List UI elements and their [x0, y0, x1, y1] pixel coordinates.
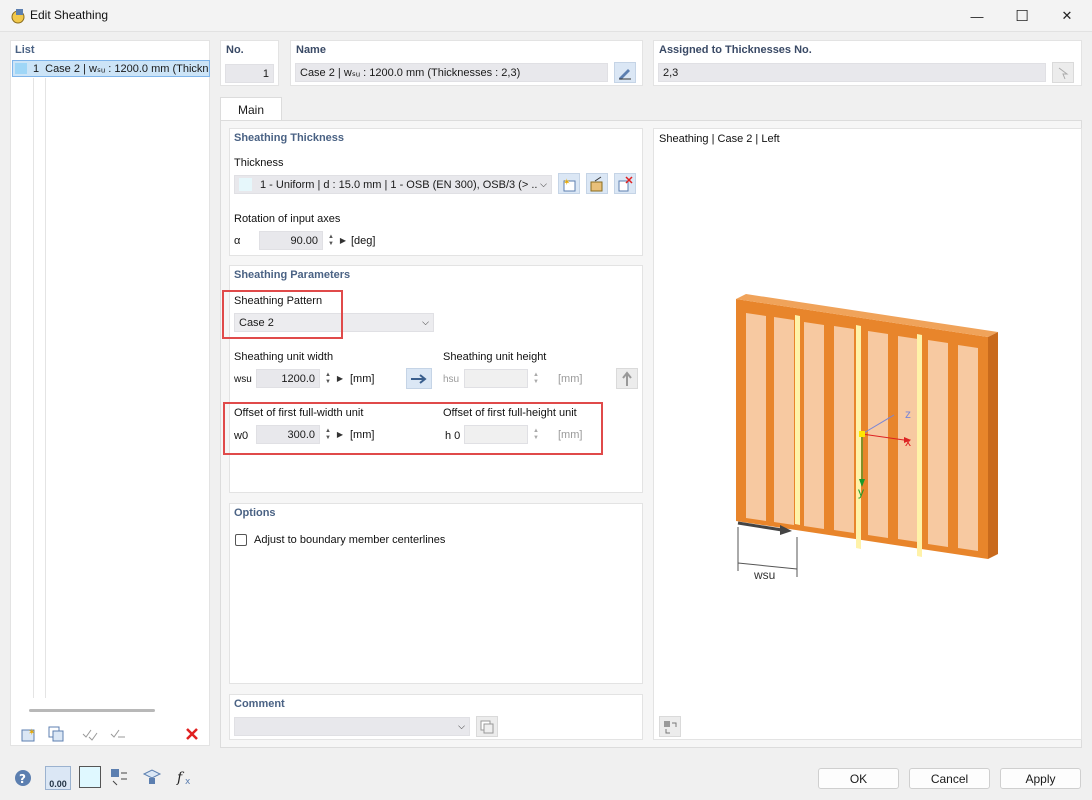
chevron-down-icon: ⌵ [458, 721, 465, 731]
help-icon[interactable]: ? [11, 767, 35, 789]
height-unit: [mm] [558, 373, 583, 385]
height-field[interactable] [464, 369, 528, 388]
comment-library-icon[interactable] [476, 716, 498, 737]
new-item-icon[interactable]: ✶ [16, 723, 40, 745]
window-title: Edit Sheathing [30, 8, 109, 22]
alpha-menu-arrow-icon[interactable]: ▶ [339, 231, 347, 250]
display-properties-icon[interactable] [107, 766, 131, 788]
height-label: Sheathing unit height [443, 351, 547, 363]
chevron-down-icon: ⌵ [540, 179, 547, 189]
list-item-label: Case 2 | wₛᵤ : 1200.0 mm (Thickn [45, 63, 209, 75]
select-thickness-icon[interactable] [1052, 62, 1074, 83]
assigned-field[interactable]: 2,3 [658, 63, 1046, 82]
comment-dropdown[interactable]: ⌵ [234, 717, 470, 736]
maximize-button[interactable]: ☐ [999, 0, 1045, 32]
units-icon[interactable]: 0.00 [45, 766, 71, 790]
svg-text:?: ? [19, 772, 26, 786]
alpha-symbol: α [234, 235, 241, 247]
name-field[interactable]: Case 2 | wₛᵤ : 1200.0 mm (Thicknesses : … [295, 63, 608, 82]
apply-button[interactable]: Apply [1000, 768, 1081, 789]
edit-thickness-icon[interactable] [586, 173, 608, 194]
formula-icon[interactable]: fx [174, 766, 198, 788]
delete-thickness-icon[interactable] [614, 173, 636, 194]
width-label: Sheathing unit width [234, 351, 334, 363]
list-item[interactable]: 1 Case 2 | wₛᵤ : 1200.0 mm (Thickn [12, 60, 210, 77]
parameters-section: Sheathing Parameters Sheathing Pattern C… [222, 265, 643, 493]
highlight-offsets [223, 402, 603, 455]
thickness-section-title: Sheathing Thickness [234, 132, 345, 144]
delete-icon[interactable] [180, 723, 204, 745]
height-symbol: hsu [443, 374, 460, 385]
axis-z-label: z [905, 407, 911, 421]
svg-text:f: f [176, 770, 185, 786]
svg-text:✶: ✶ [563, 178, 571, 188]
frame-body [736, 299, 988, 559]
tab-main[interactable]: Main [220, 97, 282, 121]
thickness-value: 1 - Uniform | d : 15.0 mm | 1 - OSB (EN … [260, 178, 538, 191]
arrow-right-icon[interactable] [406, 368, 432, 389]
model-view-icon[interactable] [140, 766, 164, 788]
name-label: Name [296, 44, 326, 56]
number-label: No. [226, 44, 244, 56]
color-swatch-icon [15, 63, 27, 74]
copy-item-icon[interactable] [44, 723, 68, 745]
footer: ? 0.00 fx OK Cancel Apply [0, 756, 1092, 800]
tree-guide [33, 78, 34, 698]
thickness-dropdown[interactable]: 1 - Uniform | d : 15.0 mm | 1 - OSB (EN … [234, 175, 552, 194]
chevron-down-icon: ⌵ [422, 317, 429, 327]
tree-guide [45, 78, 46, 698]
ok-button[interactable]: OK [818, 768, 899, 789]
list-item-number: 1 [33, 62, 40, 75]
comment-section-title: Comment [234, 698, 285, 710]
dimension-label: wsu [753, 568, 775, 582]
close-button[interactable]: ✕ [1044, 0, 1090, 32]
assigned-panel: Assigned to Thicknesses No. 2,3 [653, 40, 1082, 86]
cancel-button[interactable]: Cancel [909, 768, 990, 789]
adjust-label: Adjust to boundary member centerlines [254, 534, 446, 546]
list-header: List [15, 44, 35, 56]
color-swatch-icon [239, 178, 252, 191]
color-scheme-icon[interactable] [79, 766, 101, 788]
parameters-section-title: Sheathing Parameters [234, 269, 351, 281]
axis-y-label: y [858, 485, 864, 499]
assigned-label: Assigned to Thicknesses No. [659, 44, 812, 56]
adjust-checkbox[interactable] [235, 534, 247, 546]
check-selected-icon[interactable] [106, 723, 130, 745]
horizontal-scrollbar[interactable] [29, 709, 155, 712]
view-options-icon[interactable] [659, 716, 681, 737]
thickness-section: Sheathing Thickness Thickness 1 - Unifor… [229, 128, 643, 256]
alpha-unit: [deg] [351, 235, 376, 247]
svg-text:x: x [185, 777, 191, 787]
preview-panel: Sheathing | Case 2 | Left z x y wsu [653, 128, 1082, 740]
width-unit: [mm] [350, 373, 375, 385]
width-field[interactable]: 1200.0 [256, 369, 320, 388]
list-panel: List 1 Case 2 | wₛᵤ : 1200.0 mm (Thickn [10, 40, 210, 746]
app-icon [9, 7, 27, 25]
alpha-field[interactable]: 90.00 [259, 231, 323, 250]
options-section: Options Adjust to boundary member center… [229, 503, 643, 684]
arrow-up-icon[interactable] [616, 368, 638, 389]
width-spinner[interactable]: ▲ ▼ [322, 369, 334, 388]
height-spinner[interactable]: ▲ ▼ [530, 369, 542, 388]
rotation-label: Rotation of input axes [234, 213, 341, 225]
name-panel: Name Case 2 | wₛᵤ : 1200.0 mm (Thickness… [290, 40, 643, 86]
svg-text:✶: ✶ [28, 728, 36, 738]
new-thickness-icon[interactable]: ✶ [558, 173, 580, 194]
check-all-icon[interactable] [78, 723, 102, 745]
thickness-label: Thickness [234, 157, 284, 169]
title-bar: Edit Sheathing — ☐ ✕ [0, 0, 1092, 32]
sheathing-preview-graphic: z x y wsu [736, 294, 998, 582]
width-menu-arrow-icon[interactable]: ▶ [336, 369, 344, 388]
number-field[interactable]: 1 [225, 64, 274, 83]
width-symbol: wsu [234, 374, 252, 385]
comment-section: Comment ⌵ [229, 694, 643, 740]
axis-x-label: x [905, 435, 911, 449]
number-panel: No. 1 [220, 40, 279, 86]
alpha-spinner[interactable]: ▲ ▼ [325, 231, 337, 250]
edit-name-icon[interactable] [614, 62, 636, 83]
options-section-title: Options [234, 507, 276, 519]
minimize-button[interactable]: — [954, 0, 1000, 32]
highlight-pattern [222, 290, 343, 339]
